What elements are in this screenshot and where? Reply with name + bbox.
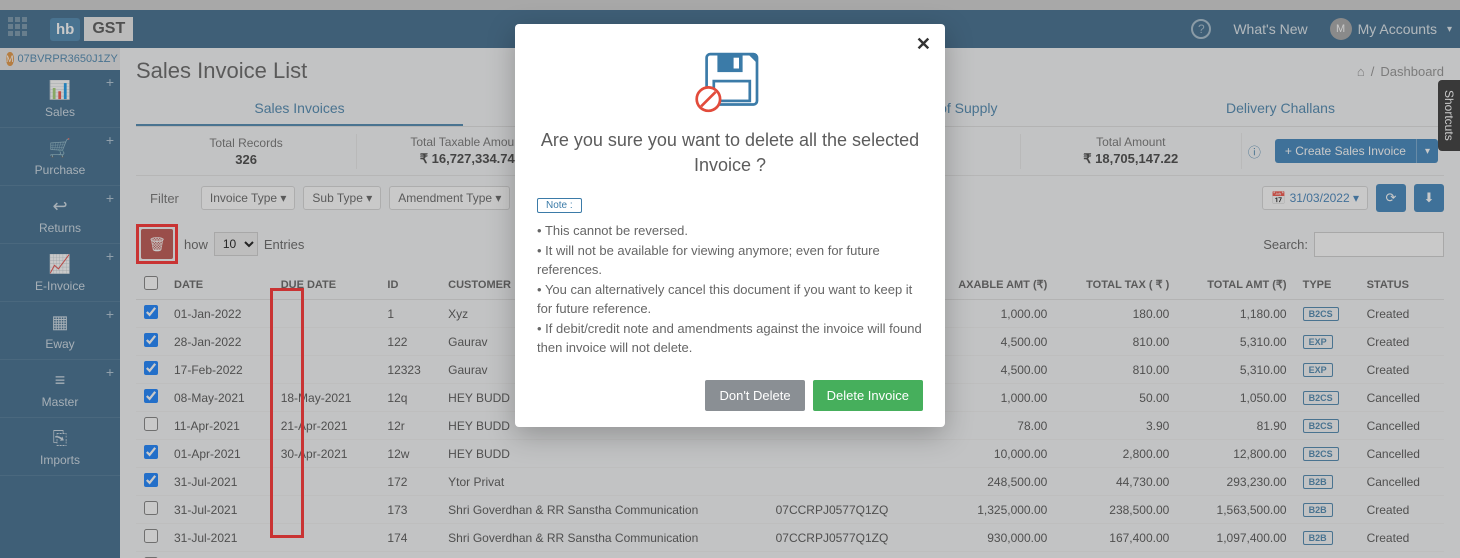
modal-note: You can alternatively cancel this docume… <box>537 280 923 319</box>
modal-note: This cannot be reversed. <box>537 221 923 241</box>
delete-confirm-modal: ✕ Are you sure you want to delete all th… <box>515 24 945 427</box>
modal-note: If debit/credit note and amendments agai… <box>537 319 923 358</box>
modal-overlay: ✕ Are you sure you want to delete all th… <box>0 0 1460 558</box>
note-chip: Note : <box>537 198 582 213</box>
modal-notes: This cannot be reversed.It will not be a… <box>537 221 923 358</box>
floppy-forbid-icon <box>537 50 923 114</box>
close-icon[interactable]: ✕ <box>916 34 931 55</box>
modal-title: Are you sure you want to delete all the … <box>537 128 923 178</box>
delete-invoice-button[interactable]: Delete Invoice <box>813 380 923 411</box>
modal-note: It will not be available for viewing any… <box>537 241 923 280</box>
dont-delete-button[interactable]: Don't Delete <box>705 380 804 411</box>
